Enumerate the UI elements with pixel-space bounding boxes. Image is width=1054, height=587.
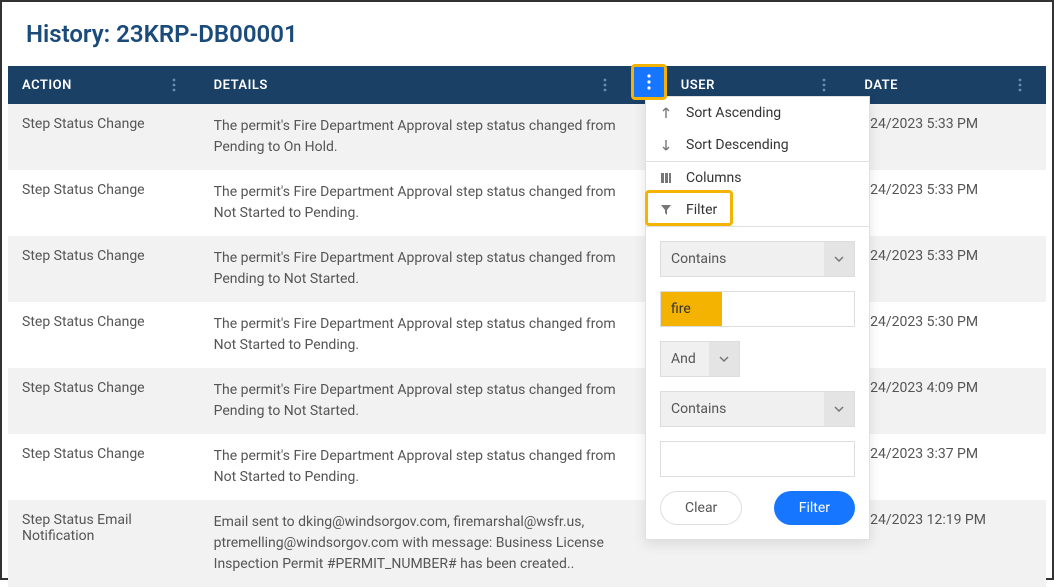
filter-operator-2[interactable]: Contains [660,391,855,427]
select-value: Contains [661,242,824,276]
cell-date: /24/2023 5:33 PM [850,248,1046,264]
select-value: Contains [661,392,824,426]
columns-icon [660,172,680,184]
filter-button[interactable]: Filter [774,491,855,525]
history-table: ACTION DETAILS USER DATE Step Status [2,66,1052,587]
cell-date: /24/2023 5:33 PM [850,182,1046,198]
filter-value-2-input[interactable] [660,441,855,477]
select-value: And [661,342,709,376]
cell-details: The permit's Fire Department Approval st… [200,182,631,224]
clear-button[interactable]: Clear [660,491,742,525]
menu-label: Sort Ascending [686,105,781,121]
menu-label: Filter [686,202,717,218]
cell-details: The permit's Fire Department Approval st… [200,380,631,422]
cell-details: The permit's Fire Department Approval st… [200,116,631,158]
menu-sort-ascending[interactable]: Sort Ascending [646,97,869,129]
cell-action: Step Status Change [8,182,200,198]
cell-date: /24/2023 4:09 PM [850,380,1046,396]
cell-details: The permit's Fire Department Approval st… [200,446,631,488]
menu-sort-descending[interactable]: Sort Descending [646,129,869,161]
col-action-menu-icon[interactable] [162,73,186,97]
table-row: Step Status Change The permit's Fire Dep… [8,434,1046,500]
chevron-down-icon [824,242,854,276]
table-row: Step Status Change The permit's Fire Dep… [8,368,1046,434]
col-date-menu-icon[interactable] [1008,73,1032,97]
cell-action: Step Status Change [8,314,200,330]
filter-value-1-input[interactable] [660,291,855,327]
col-header-date[interactable]: DATE [864,78,898,93]
table-body: Step Status Change The permit's Fire Dep… [8,104,1046,587]
filter-icon [660,204,680,216]
filter-logic[interactable]: And [660,341,740,377]
cell-date: /24/2023 12:19 PM [850,512,1046,528]
table-row: Step Status Change The permit's Fire Dep… [8,236,1046,302]
page-title: History: 23KRP-DB00001 [2,2,1052,66]
cell-action: Step Status Change [8,116,200,132]
cell-details: The permit's Fire Department Approval st… [200,314,631,356]
chevron-down-icon [824,392,854,426]
filter-panel: Contains And Contains Clear Filter [646,227,869,539]
menu-filter[interactable]: Filter [646,194,869,226]
cell-details: The permit's Fire Department Approval st… [200,248,631,290]
table-header: ACTION DETAILS USER DATE [8,66,1046,104]
chevron-down-icon [709,342,739,376]
menu-columns[interactable]: Columns [646,162,869,194]
table-row: Step Status Email Notification Email sen… [8,500,1046,587]
column-menu-active-icon[interactable] [631,64,667,100]
table-row: Step Status Change The permit's Fire Dep… [8,104,1046,170]
col-header-details[interactable]: DETAILS [214,78,268,93]
filter-operator-1[interactable]: Contains [660,241,855,277]
cell-date: /24/2023 5:33 PM [850,116,1046,132]
column-dropdown-menu: Sort Ascending Sort Descending Columns F… [645,96,870,540]
cell-details: Email sent to dking@windsorgov.com, fire… [200,512,631,575]
arrow-up-icon [660,107,680,119]
table-row: Step Status Change The permit's Fire Dep… [8,302,1046,368]
arrow-down-icon [660,139,680,151]
cell-date: /24/2023 3:37 PM [850,446,1046,462]
menu-label: Sort Descending [686,137,789,153]
cell-action: Step Status Change [8,248,200,264]
cell-action: Step Status Email Notification [8,512,200,544]
cell-date: /24/2023 5:30 PM [850,314,1046,330]
col-user-menu-icon[interactable] [812,73,836,97]
col-header-action[interactable]: ACTION [22,78,72,93]
cell-action: Step Status Change [8,380,200,396]
table-row: Step Status Change The permit's Fire Dep… [8,170,1046,236]
col-details-menu-icon[interactable] [593,73,617,97]
menu-label: Columns [686,170,741,186]
cell-action: Step Status Change [8,446,200,462]
